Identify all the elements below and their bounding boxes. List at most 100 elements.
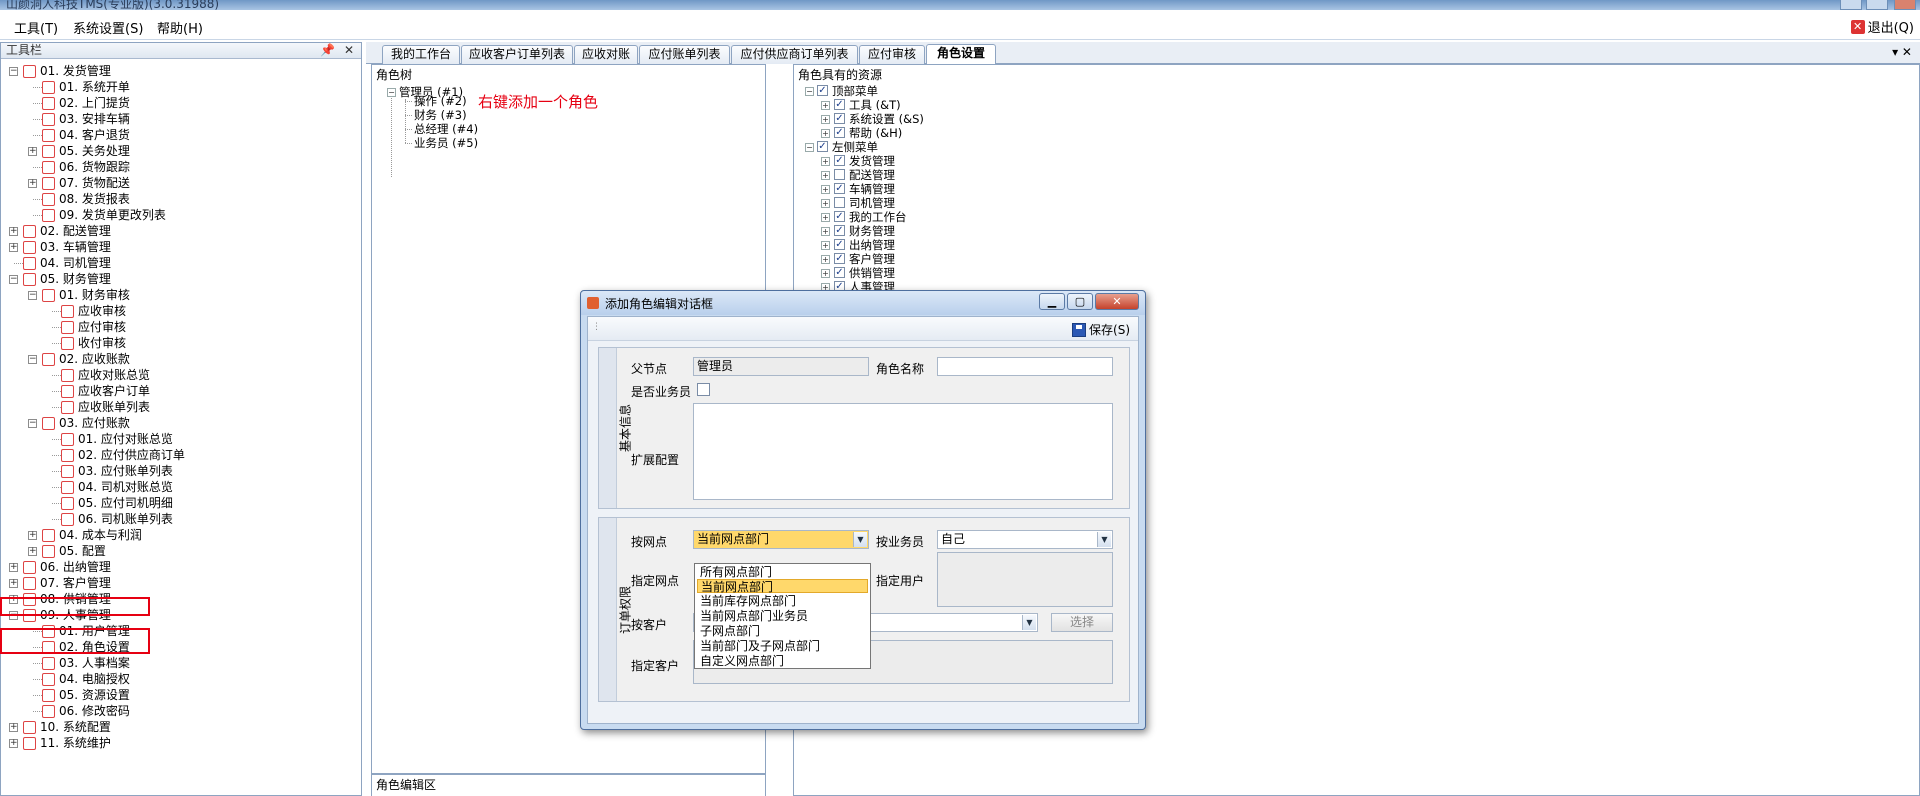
tree-toggle-icon[interactable]: +: [9, 563, 18, 572]
nav-item[interactable]: 03. 应付账款: [59, 415, 130, 431]
select-button[interactable]: 选择: [1051, 613, 1113, 632]
resource-node[interactable]: 我的工作台: [849, 210, 907, 224]
nav-item[interactable]: 02. 上门提货: [59, 95, 130, 111]
tree-toggle-icon[interactable]: +: [821, 101, 830, 110]
dropdown-option[interactable]: 当前库存网点部门: [697, 594, 868, 608]
dialog-maximize-button[interactable]: ▢: [1067, 293, 1093, 310]
resource-node[interactable]: 出纳管理: [849, 238, 895, 252]
role-name-input[interactable]: [937, 357, 1113, 376]
resource-checkbox[interactable]: ✓: [834, 155, 845, 166]
tree-toggle-icon[interactable]: +: [821, 157, 830, 166]
nav-item[interactable]: 04. 司机对账总览: [78, 479, 173, 495]
tree-toggle-icon[interactable]: +: [821, 227, 830, 236]
tree-toggle-icon[interactable]: +: [28, 179, 37, 188]
tree-toggle-icon[interactable]: −: [28, 291, 37, 300]
resource-node[interactable]: 系统设置 (&S): [849, 112, 924, 126]
nav-item[interactable]: 08. 发货报表: [59, 191, 130, 207]
nav-item[interactable]: 04. 客户退货: [59, 127, 130, 143]
pin-icon[interactable]: 📌: [320, 43, 335, 58]
chevron-down-icon[interactable]: ▼: [1097, 532, 1111, 547]
nav-item[interactable]: 应收对账总览: [78, 367, 150, 383]
resource-node[interactable]: 顶部菜单: [832, 84, 878, 98]
tree-toggle-icon[interactable]: +: [9, 723, 18, 732]
resource-node[interactable]: 配送管理: [849, 168, 895, 182]
tree-toggle-icon[interactable]: +: [28, 147, 37, 156]
chevron-down-icon[interactable]: ▼: [1022, 615, 1036, 630]
resource-checkbox[interactable]: ✓: [817, 85, 828, 96]
nav-item[interactable]: 10. 系统配置: [40, 719, 111, 735]
tab-my-workbench[interactable]: 我的工作台: [382, 45, 460, 64]
nav-item[interactable]: 05. 关务处理: [59, 143, 130, 159]
nav-item[interactable]: 11. 系统维护: [40, 735, 111, 751]
dropdown-option[interactable]: 所有网点部门: [697, 565, 868, 579]
nav-item[interactable]: 01. 财务审核: [59, 287, 130, 303]
by-salesman-select[interactable]: 自己 ▼: [937, 530, 1113, 549]
resource-checkbox[interactable]: ✓: [834, 113, 845, 124]
tab-payable-audit[interactable]: 应付审核: [859, 45, 925, 64]
dropdown-option[interactable]: 自定义网点部门: [697, 654, 868, 668]
chevron-down-icon[interactable]: ▼: [853, 532, 867, 547]
resource-node[interactable]: 客户管理: [849, 252, 895, 266]
save-button[interactable]: 保存(S): [1072, 321, 1130, 338]
nav-item[interactable]: 01. 发货管理: [40, 63, 111, 79]
tree-toggle-icon[interactable]: +: [821, 241, 830, 250]
nav-item[interactable]: 04. 成本与利润: [59, 527, 142, 543]
tree-toggle-icon[interactable]: +: [9, 579, 18, 588]
panel-close-icon[interactable]: ✕: [344, 43, 354, 58]
nav-item[interactable]: 07. 货物配送: [59, 175, 130, 191]
menu-tools[interactable]: 工具(T): [14, 18, 58, 37]
nav-item[interactable]: 07. 客户管理: [40, 575, 111, 591]
assign-user-field[interactable]: [937, 552, 1113, 607]
resource-node[interactable]: 工具 (&T): [849, 98, 901, 112]
tree-toggle-icon[interactable]: −: [805, 87, 814, 96]
nav-item[interactable]: 04. 电脑授权: [59, 671, 130, 687]
resource-node[interactable]: 司机管理: [849, 196, 895, 210]
nav-item[interactable]: 应收账单列表: [78, 399, 150, 415]
maximize-button[interactable]: [1866, 0, 1888, 10]
resource-node[interactable]: 供销管理: [849, 266, 895, 280]
resource-checkbox[interactable]: ✓: [834, 253, 845, 264]
resource-checkbox[interactable]: [834, 169, 845, 180]
nav-item[interactable]: 03. 应付账单列表: [78, 463, 173, 479]
resource-checkbox[interactable]: [834, 197, 845, 208]
resource-checkbox[interactable]: ✓: [834, 211, 845, 222]
tree-toggle-icon[interactable]: +: [9, 227, 18, 236]
tab-role-settings[interactable]: 角色设置: [926, 44, 996, 64]
tree-toggle-icon[interactable]: +: [28, 547, 37, 556]
nav-item[interactable]: 02. 应收账款: [59, 351, 130, 367]
resource-node[interactable]: 财务管理: [849, 224, 895, 238]
nav-item[interactable]: 03. 车辆管理: [40, 239, 111, 255]
resource-node[interactable]: 发货管理: [849, 154, 895, 168]
nav-item[interactable]: 02. 应付供应商订单: [78, 447, 185, 463]
nav-item[interactable]: 应收客户订单: [78, 383, 150, 399]
tree-toggle-icon[interactable]: +: [821, 115, 830, 124]
tree-toggle-icon[interactable]: −: [28, 419, 37, 428]
nav-item[interactable]: 收付审核: [78, 335, 126, 351]
resource-checkbox[interactable]: ✓: [834, 99, 845, 110]
resource-node[interactable]: 左侧菜单: [832, 140, 878, 154]
nav-item[interactable]: 应收审核: [78, 303, 126, 319]
dropdown-option[interactable]: 子网点部门: [697, 624, 868, 638]
nav-item[interactable]: 06. 修改密码: [59, 703, 130, 719]
dropdown-option[interactable]: 当前部门及子网点部门: [697, 639, 868, 653]
nav-item[interactable]: 01. 系统开单: [59, 79, 130, 95]
resource-checkbox[interactable]: ✓: [834, 127, 845, 138]
tab-receivable-reconcile[interactable]: 应收对账: [574, 45, 638, 64]
nav-item[interactable]: 06. 货物跟踪: [59, 159, 130, 175]
tree-toggle-icon[interactable]: −: [9, 275, 18, 284]
role-node[interactable]: 财务 (#3): [414, 108, 467, 122]
tree-toggle-icon[interactable]: +: [9, 739, 18, 748]
dialog-minimize-button[interactable]: ▁: [1039, 293, 1065, 310]
role-node[interactable]: 操作 (#2): [414, 94, 467, 108]
window-close-button[interactable]: [1894, 0, 1916, 10]
tab-controls[interactable]: ▾ ✕: [1892, 45, 1912, 59]
tab-receivable-orders[interactable]: 应收客户订单列表: [461, 45, 573, 64]
nav-item[interactable]: 06. 司机账单列表: [78, 511, 173, 527]
nav-item[interactable]: 05. 应付司机明细: [78, 495, 173, 511]
is-salesman-checkbox[interactable]: [697, 383, 710, 396]
by-branch-dropdown-list[interactable]: 所有网点部门 当前网点部门 当前库存网点部门 当前网点部门业务员 子网点部门 当…: [694, 563, 871, 669]
nav-item[interactable]: 01. 应付对账总览: [78, 431, 173, 447]
resource-checkbox[interactable]: ✓: [834, 267, 845, 278]
role-node[interactable]: 业务员 (#5): [414, 136, 478, 150]
dialog-close-button[interactable]: ✕: [1095, 293, 1139, 310]
